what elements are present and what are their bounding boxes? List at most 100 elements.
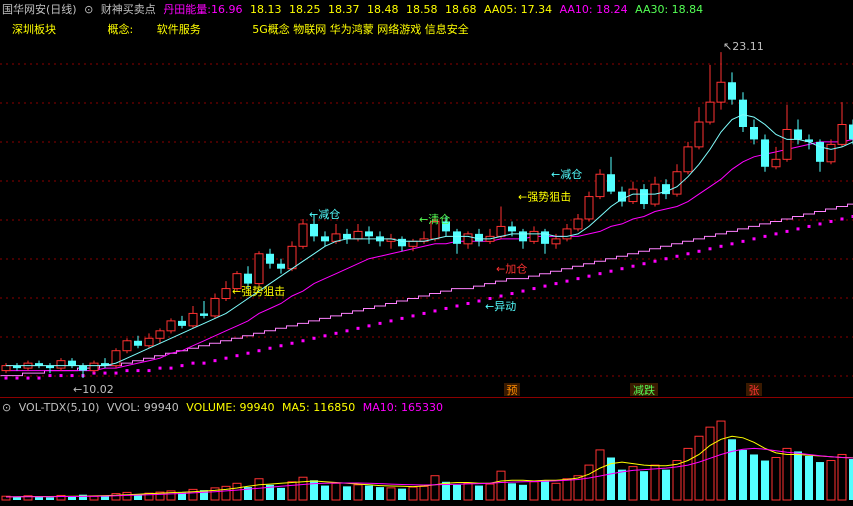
volume-bar-down bbox=[343, 486, 351, 500]
volume-bar-down bbox=[13, 496, 21, 500]
candle-body-up bbox=[155, 330, 165, 339]
chart-stage: ←强势狙击 ←减仓 ←清仓 ←强势狙击 ←减仓 ←加仓 ←异动 ↖23.11 ←10.02 预 减跌… bbox=[0, 0, 853, 506]
trail-dot bbox=[763, 234, 767, 238]
trail-dot bbox=[631, 264, 635, 268]
volume-ma5-line bbox=[6, 435, 853, 498]
volume-bar-down bbox=[277, 487, 285, 500]
volume-bar-down bbox=[321, 485, 329, 500]
volume-bar-down bbox=[475, 485, 483, 500]
volume-bar-up bbox=[430, 475, 440, 501]
trail-dot bbox=[686, 252, 690, 256]
candle-body-down bbox=[310, 223, 318, 237]
volume-bar-up bbox=[694, 435, 704, 501]
volume-indicator-name[interactable]: VOL-TDX(5,10) bbox=[19, 401, 100, 414]
panel-divider bbox=[0, 397, 853, 398]
gear-icon[interactable]: ⊙ bbox=[2, 401, 11, 414]
candle-body-up bbox=[254, 253, 264, 285]
candle-body-down bbox=[244, 273, 252, 284]
concept-primary: 软件服务 bbox=[156, 23, 201, 36]
vol-ma5-value: MA5: 116850 bbox=[282, 401, 356, 414]
indicator-name[interactable]: 财神买卖点 bbox=[101, 3, 156, 16]
trail-dot bbox=[191, 361, 195, 365]
concept-list: 5G概念 物联网 华为鸿蒙 网络游戏 信息安全 bbox=[252, 23, 469, 36]
candle-body-up bbox=[287, 245, 297, 270]
candle-body-down bbox=[728, 82, 736, 100]
candle-body-down bbox=[68, 360, 76, 366]
chevron-down-icon[interactable]: ⊙ bbox=[84, 3, 93, 16]
candle-body-up bbox=[771, 158, 781, 168]
trail-dot bbox=[433, 309, 437, 313]
candle-body-up bbox=[166, 320, 176, 332]
candle-body-up bbox=[496, 225, 506, 237]
candle-body-down bbox=[398, 238, 406, 247]
signal-label: ←清仓 bbox=[419, 212, 450, 226]
trail-dot bbox=[719, 244, 723, 248]
volume-bar-up bbox=[408, 486, 418, 501]
volume-bar-down bbox=[816, 462, 824, 500]
trail-dot bbox=[136, 369, 140, 373]
trail-dot bbox=[543, 284, 547, 288]
trail-dot bbox=[345, 329, 349, 333]
candle-body-down bbox=[541, 231, 549, 244]
trail-dot bbox=[246, 351, 250, 355]
volume-bar-up bbox=[353, 484, 363, 501]
candle-body-down bbox=[134, 340, 142, 346]
candle-body-down bbox=[321, 236, 329, 242]
volume-bar-up bbox=[496, 470, 506, 501]
trail-dot bbox=[70, 374, 74, 378]
trail-dot bbox=[312, 336, 316, 340]
candle-body-down bbox=[761, 139, 769, 167]
volume-bar-down bbox=[79, 494, 87, 500]
signal-label: ←减仓 bbox=[551, 167, 582, 181]
volume-bar-up bbox=[386, 487, 396, 501]
marker-label: 减跌 bbox=[633, 383, 655, 397]
trail-dot bbox=[653, 259, 657, 263]
volume-bar-down bbox=[849, 459, 853, 500]
candle-body-down bbox=[453, 231, 461, 244]
price-header: 国华网安(日线) ⊙ 财神买卖点 丹田能量:16.96 18.13 18.25 … bbox=[2, 3, 707, 17]
volume-bar-down bbox=[640, 471, 648, 500]
trail-dot bbox=[37, 376, 41, 380]
volume-bar-up bbox=[650, 464, 660, 501]
trail-dot bbox=[532, 287, 536, 291]
volume-bar-up bbox=[529, 481, 539, 501]
volume-bar-down bbox=[519, 484, 527, 500]
trail-dot bbox=[455, 304, 459, 308]
volume-bar-up bbox=[485, 483, 495, 501]
volume-bar-down bbox=[398, 488, 406, 500]
volume-bar-up bbox=[771, 457, 781, 501]
concept-label: 概念: bbox=[107, 23, 134, 36]
candle-body-up bbox=[210, 298, 220, 317]
candle-body-up bbox=[122, 340, 132, 352]
trail-dot bbox=[235, 354, 239, 358]
energy-label: 丹田能量: bbox=[163, 3, 212, 16]
trail-dot bbox=[576, 277, 580, 281]
trail-dot bbox=[785, 229, 789, 233]
marker-label: 张 bbox=[749, 384, 760, 397]
candle-body-down bbox=[519, 231, 527, 242]
volume-bar-down bbox=[376, 487, 384, 500]
signal-label: ←异动 bbox=[485, 300, 516, 313]
candle-body-down bbox=[365, 231, 373, 237]
trail-dot bbox=[125, 369, 129, 373]
trail-dot bbox=[400, 316, 404, 320]
signal-label: ←强势狙击 bbox=[518, 191, 571, 204]
trail-dot bbox=[169, 366, 173, 370]
volume-bar-down bbox=[618, 469, 626, 500]
candle-body-up bbox=[144, 337, 154, 347]
volume-bar-up bbox=[782, 447, 792, 501]
candle-body-up bbox=[837, 124, 847, 145]
trail-dot bbox=[510, 292, 514, 296]
candle-body-down bbox=[266, 253, 274, 264]
trail-dot bbox=[48, 374, 52, 378]
trail-dot bbox=[158, 366, 162, 370]
trail-dot bbox=[367, 324, 371, 328]
trail-dot bbox=[147, 369, 151, 373]
volume-bar-down bbox=[508, 483, 516, 500]
volume-bar-up bbox=[683, 447, 693, 501]
volume-bar-up bbox=[111, 493, 121, 501]
volume-bar-up bbox=[254, 478, 264, 501]
trail-dot bbox=[609, 269, 613, 273]
trail-dot bbox=[774, 232, 778, 236]
trail-dot bbox=[587, 274, 591, 278]
